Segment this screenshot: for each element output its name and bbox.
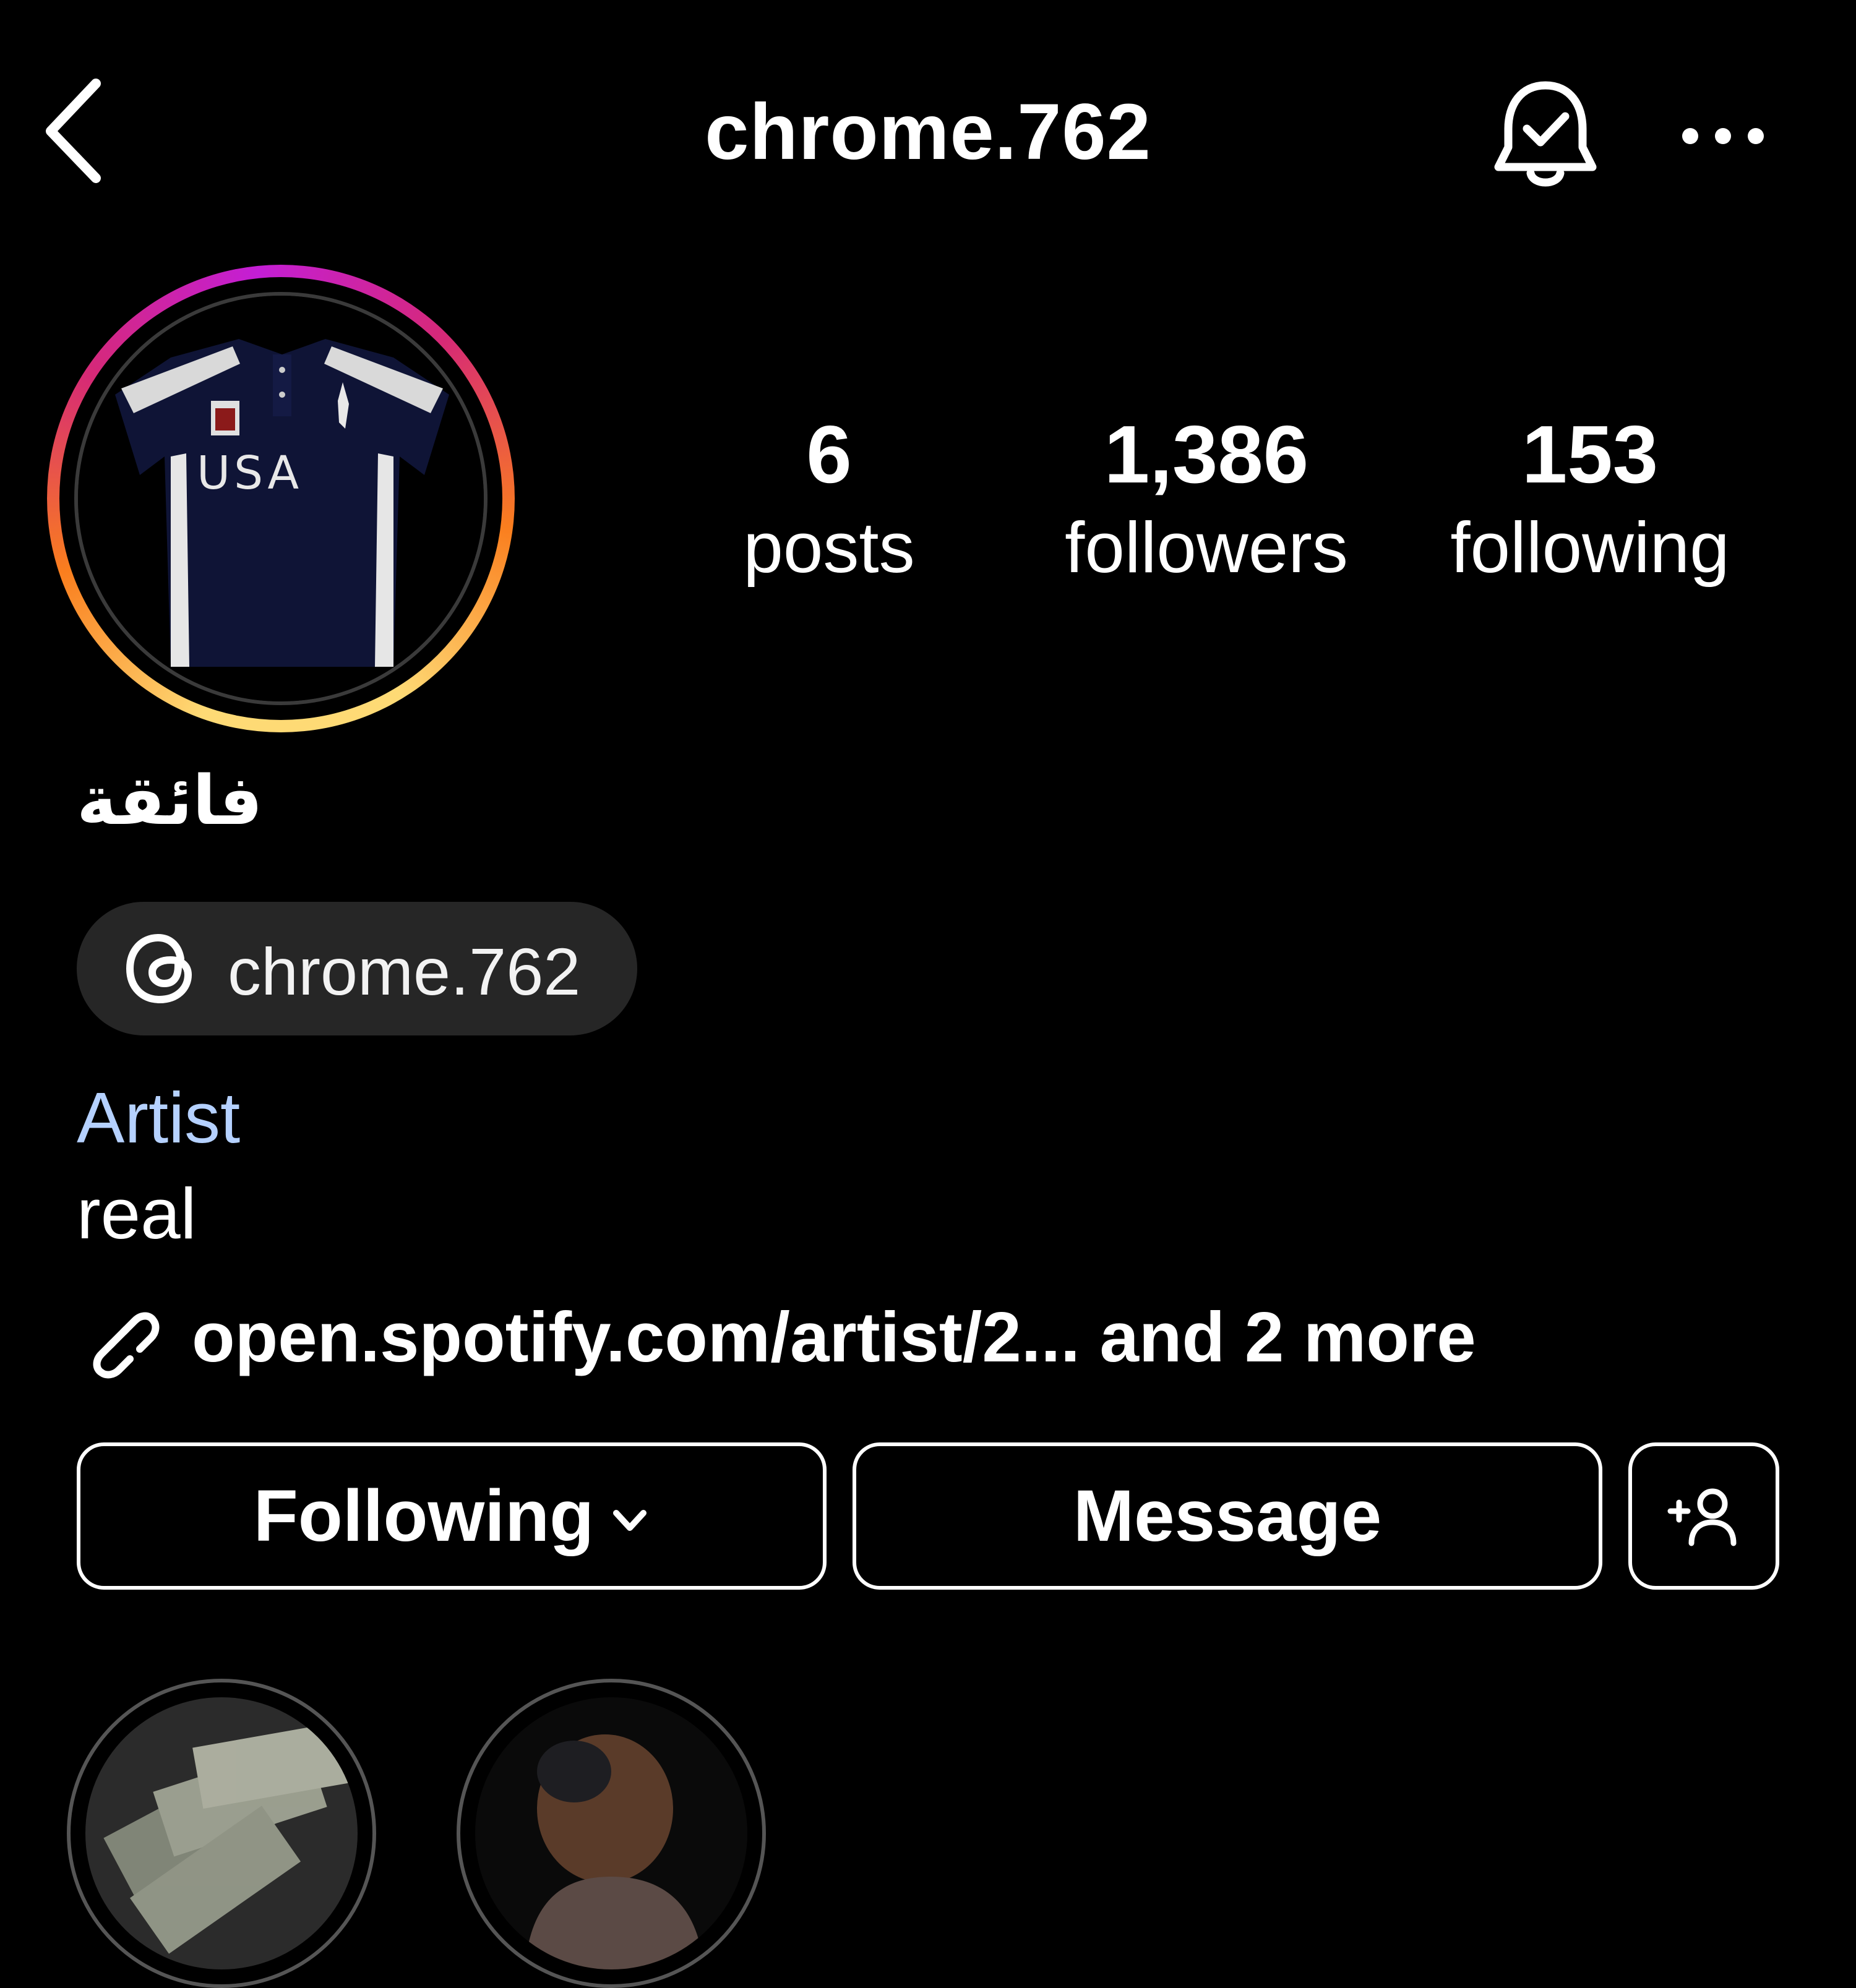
threads-handle: chrome.762	[228, 934, 581, 1009]
highlight-1-thumbnail	[85, 1697, 358, 1969]
polo-shirt-image: USA	[78, 296, 484, 701]
threads-profile-chip[interactable]: chrome.762	[77, 902, 637, 1035]
link-icon	[93, 1312, 160, 1379]
following-count: 153	[1521, 409, 1659, 500]
stat-posts[interactable]: 6 posts	[705, 408, 953, 594]
shirt-usa-text: USA	[197, 447, 303, 500]
profile-avatar-story-ring[interactable]: USA	[47, 265, 515, 732]
display-name: فائقة	[77, 761, 263, 840]
profile-link-text[interactable]: open.spotify.com/artist/2... and 2 more	[192, 1297, 1476, 1378]
message-button[interactable]: Message	[853, 1442, 1602, 1590]
suggested-accounts-button[interactable]	[1628, 1442, 1779, 1590]
notifications-button[interactable]	[1490, 74, 1601, 192]
bell-check-icon	[1494, 81, 1597, 187]
stat-followers[interactable]: 1,386 followers	[1027, 408, 1386, 594]
posts-label: posts	[743, 507, 915, 588]
story-highlight-2[interactable]	[457, 1679, 766, 1988]
add-person-icon	[1667, 1488, 1737, 1546]
posts-count: 6	[806, 409, 852, 500]
chevron-down-icon	[613, 1510, 647, 1531]
following-button-label: Following	[253, 1475, 595, 1557]
more-options-button[interactable]	[1677, 111, 1769, 161]
followers-count: 1,386	[1104, 409, 1309, 500]
threads-icon	[126, 933, 192, 1004]
stat-following[interactable]: 153 following	[1404, 408, 1776, 594]
following-label: following	[1450, 507, 1730, 588]
followers-label: followers	[1065, 507, 1348, 588]
profile-bio: real	[77, 1173, 197, 1254]
story-highlight-1[interactable]	[67, 1679, 376, 1988]
more-horizontal-icon	[1682, 128, 1764, 144]
profile-category[interactable]: Artist	[77, 1076, 240, 1159]
message-button-label: Message	[1073, 1475, 1382, 1557]
avatar: USA	[74, 292, 488, 705]
highlight-2-thumbnail	[475, 1697, 747, 1969]
following-button[interactable]: Following	[77, 1442, 827, 1590]
